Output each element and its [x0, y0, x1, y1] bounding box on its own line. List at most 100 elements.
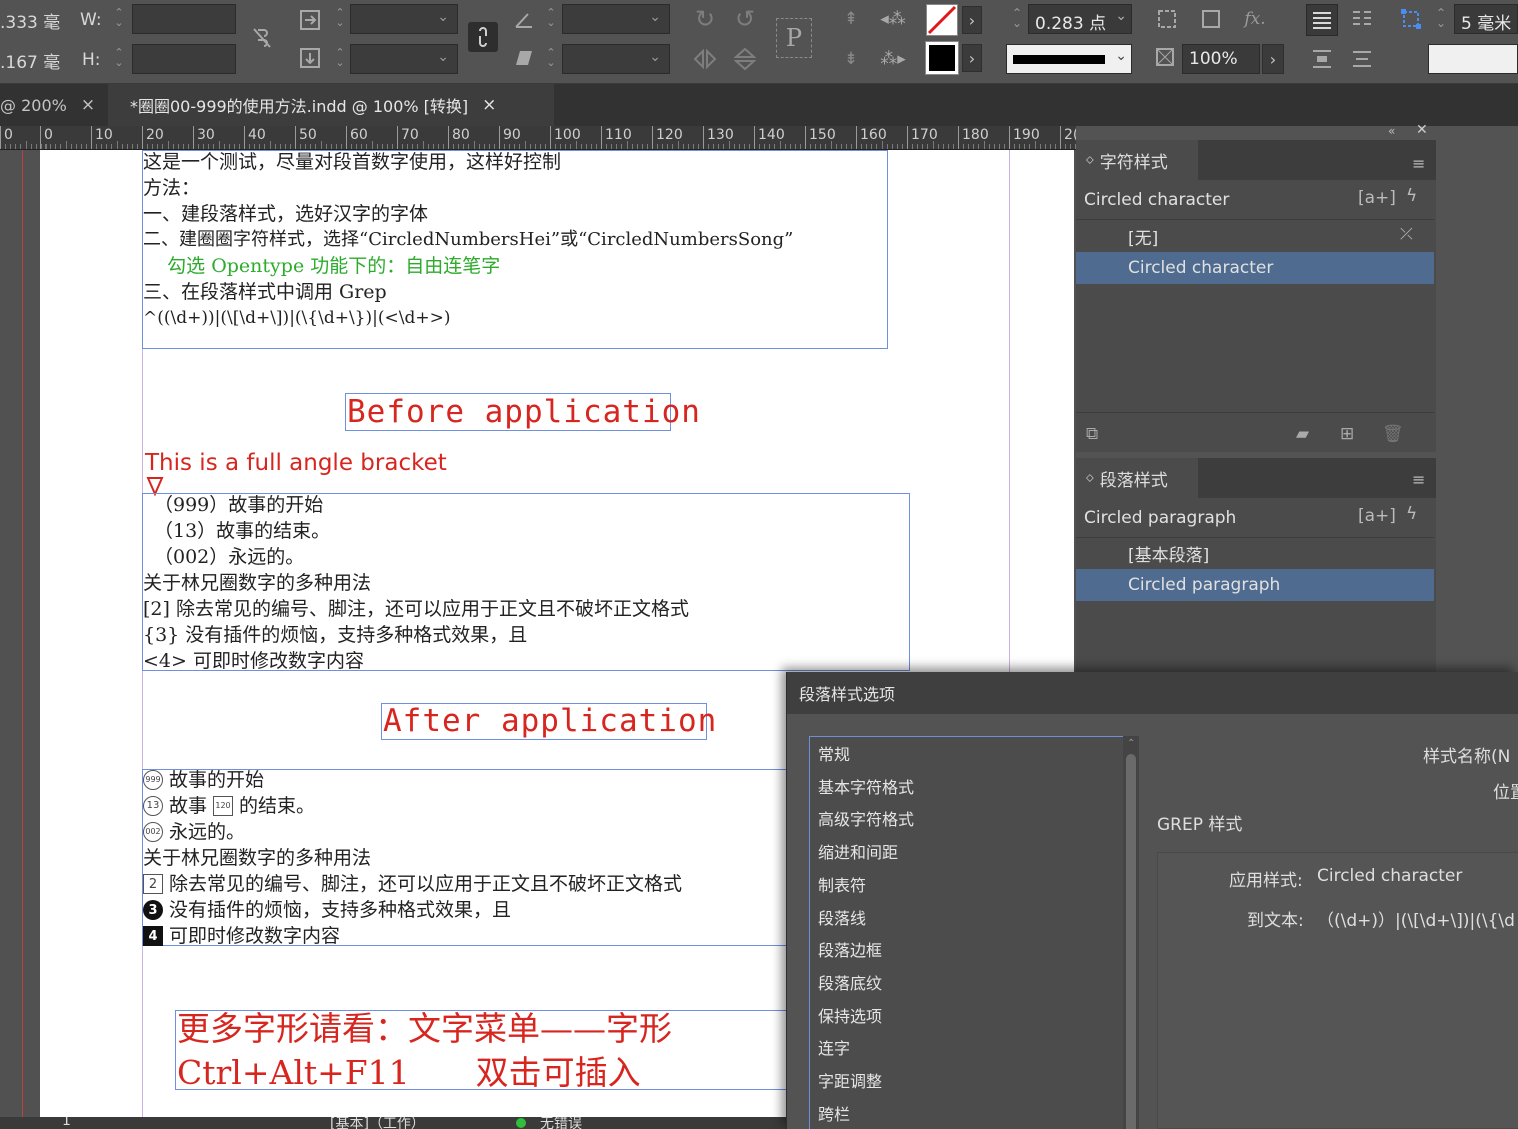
style-item-basic-paragraph[interactable]: [基本段落] — [1076, 537, 1434, 569]
category-item[interactable]: 连字 — [818, 1035, 850, 1059]
category-item[interactable]: 字距调整 — [818, 1068, 882, 1092]
reference-point-icon[interactable]: P — [776, 18, 812, 58]
category-list[interactable]: 常规基本字符格式 高级字符格式 缩进和间距制表符段落线段落边框段落底纹保持选项连字字… — [809, 736, 1125, 1129]
tab-document-200[interactable]: @ 200% × — [0, 84, 106, 126]
before-heading: Before application — [347, 394, 701, 430]
stroke-type-field[interactable]: ⌄ — [1006, 44, 1132, 74]
select-content-icon[interactable]: ⇟ — [838, 46, 864, 72]
stroke-swatch[interactable] — [925, 41, 959, 75]
base-status[interactable]: [基本]（工作） — [330, 1117, 425, 1129]
x-value[interactable]: .333 毫 — [0, 8, 60, 33]
opacity-menu-icon[interactable]: › — [1262, 44, 1284, 74]
ruler-minor-tick — [30, 144, 32, 149]
apply-style-value[interactable]: Circled character — [1317, 866, 1462, 886]
align-bottom-icon[interactable] — [1348, 46, 1376, 72]
align-text-icon[interactable] — [1306, 4, 1338, 36]
preflight-status[interactable]: 无错误 — [540, 1117, 582, 1129]
stroke-menu-icon[interactable]: › — [962, 44, 982, 72]
flip-vertical-icon[interactable] — [732, 46, 758, 72]
rotate-ccw-icon[interactable]: ↺ — [732, 6, 758, 32]
new-group-icon[interactable]: ▰ — [1296, 424, 1309, 444]
rotate-angle-icon[interactable] — [512, 8, 536, 32]
close-panels-icon[interactable]: ✕ — [1416, 122, 1432, 138]
category-item[interactable]: 保持选项 — [818, 1003, 882, 1027]
style-item-circled-character[interactable]: Circled character — [1076, 252, 1434, 284]
collapse-panels-icon[interactable]: « — [1388, 124, 1404, 140]
select-next-icon[interactable]: ⁂▸ — [878, 46, 908, 72]
opacity-icon[interactable] — [1154, 46, 1176, 68]
y-value[interactable]: .167 毫 — [0, 48, 60, 73]
scale-x-field[interactable]: ⌄ — [350, 4, 458, 34]
ruler-tick-label: 80 — [452, 127, 470, 143]
tab-document-active[interactable]: *圈圈00-999的使用方法.indd @ 100% [转换] × — [108, 84, 554, 126]
tab-character-styles[interactable]: ⬦ 字符样式 — [1076, 140, 1198, 180]
scale-y-field[interactable]: ⌄ — [350, 44, 458, 74]
link-scale-icon[interactable] — [468, 22, 498, 52]
ruler-minor-tick — [784, 144, 786, 149]
shear-field[interactable]: ⌄ — [562, 44, 670, 74]
vertical-justify-icon[interactable] — [1306, 46, 1338, 72]
flip-horizontal-icon[interactable] — [692, 46, 718, 72]
ruler-major-tick — [958, 126, 959, 149]
gap-field[interactable]: 5 毫米 — [1454, 4, 1518, 34]
fill-none-swatch[interactable] — [926, 4, 958, 36]
category-item[interactable]: 高级字符格式 — [818, 806, 914, 830]
frame-fitting-icon[interactable] — [1154, 6, 1180, 32]
select-previous-icon[interactable]: ◂⁂ — [878, 6, 908, 32]
style-item-circled-paragraph[interactable]: Circled paragraph — [1076, 569, 1434, 601]
delete-style-icon[interactable]: 🗑 — [1382, 424, 1404, 444]
circled-number-badge: 999 — [143, 770, 163, 790]
dialog-title-bar[interactable]: 段落样式选项 — [787, 672, 1518, 714]
w-stepper[interactable]: ⌃ ⌄ — [112, 7, 126, 28]
to-text-value[interactable]: （(\d+)）|(\[\d+\])|(\{\d — [1317, 906, 1515, 931]
tab-paragraph-styles[interactable]: ⬦ 段落样式 — [1076, 458, 1198, 498]
gap-stepper[interactable]: ⌃ ⌄ — [1434, 7, 1448, 29]
fill-menu-icon[interactable]: › — [962, 6, 982, 34]
new-style-override-icon[interactable]: [a+] — [1358, 188, 1396, 208]
constrain-proportions-icon[interactable] — [250, 26, 274, 50]
load-styles-icon[interactable]: ⧉ — [1086, 424, 1098, 444]
new-style-override-icon[interactable]: [a+] — [1358, 506, 1396, 526]
scale-y-stepper[interactable]: ⌃ ⌄ — [333, 47, 347, 68]
category-item[interactable]: 制表符 — [818, 872, 866, 896]
stroke-weight-field[interactable]: 0.283 点 ⌄ — [1028, 4, 1132, 34]
rotate-stepper[interactable]: ⌃ ⌄ — [544, 7, 558, 28]
scale-x-icon[interactable] — [298, 8, 322, 32]
effects-fx-icon[interactable]: fx. — [1242, 6, 1268, 32]
category-item[interactable]: 缩进和间距 — [818, 839, 898, 863]
panel-menu-icon[interactable]: ≡ — [1412, 154, 1425, 173]
corner-options-icon[interactable] — [1198, 6, 1224, 32]
w-field[interactable] — [132, 4, 236, 34]
rotate-cw-icon[interactable]: ↻ — [692, 6, 718, 32]
color-field[interactable] — [1428, 44, 1518, 74]
category-item[interactable]: 段落底纹 — [818, 970, 882, 994]
select-container-icon[interactable]: ⇞ — [838, 6, 864, 32]
category-item[interactable]: 段落边框 — [818, 937, 882, 961]
lightning-icon[interactable]: ϟ — [1406, 186, 1417, 206]
category-item[interactable]: 跨栏 — [818, 1101, 850, 1125]
stroke-weight-stepper[interactable]: ⌃ ⌄ — [1010, 7, 1024, 29]
category-item[interactable]: 段落线 — [818, 905, 866, 929]
page-number[interactable]: 1 — [62, 1117, 71, 1129]
h-field[interactable] — [132, 44, 236, 74]
category-scrollbar[interactable]: ⌃ — [1123, 736, 1139, 1129]
tab-close-icon[interactable]: × — [81, 95, 95, 115]
shear-angle-icon[interactable] — [512, 46, 536, 70]
scale-x-stepper[interactable]: ⌃ ⌄ — [333, 7, 347, 28]
new-style-icon[interactable]: ⊞ — [1340, 424, 1354, 444]
auto-fit-icon[interactable] — [1398, 6, 1424, 32]
grep-style-list[interactable] — [1157, 852, 1518, 1129]
shear-stepper[interactable]: ⌃ ⌄ — [544, 47, 558, 68]
category-item[interactable]: 基本字符格式 — [818, 774, 914, 798]
panel-menu-icon[interactable]: ≡ — [1412, 470, 1425, 489]
horizontal-ruler[interactable]: 0 0 10 20 30 40 50 60 70 80 90 100 110 120 130 140 150 16… — [0, 126, 1076, 150]
h-stepper[interactable]: ⌃ ⌄ — [112, 47, 126, 68]
opacity-field[interactable]: 100% — [1182, 44, 1260, 74]
tab-close-icon[interactable]: × — [482, 95, 496, 115]
rotate-field[interactable]: ⌄ — [562, 4, 670, 34]
category-item[interactable]: 常规 — [818, 741, 850, 765]
lightning-icon[interactable]: ϟ — [1406, 504, 1417, 524]
scale-y-icon[interactable] — [298, 46, 322, 70]
style-item-none[interactable]: [无] — [1076, 220, 1434, 252]
columns-icon[interactable] — [1348, 6, 1376, 34]
